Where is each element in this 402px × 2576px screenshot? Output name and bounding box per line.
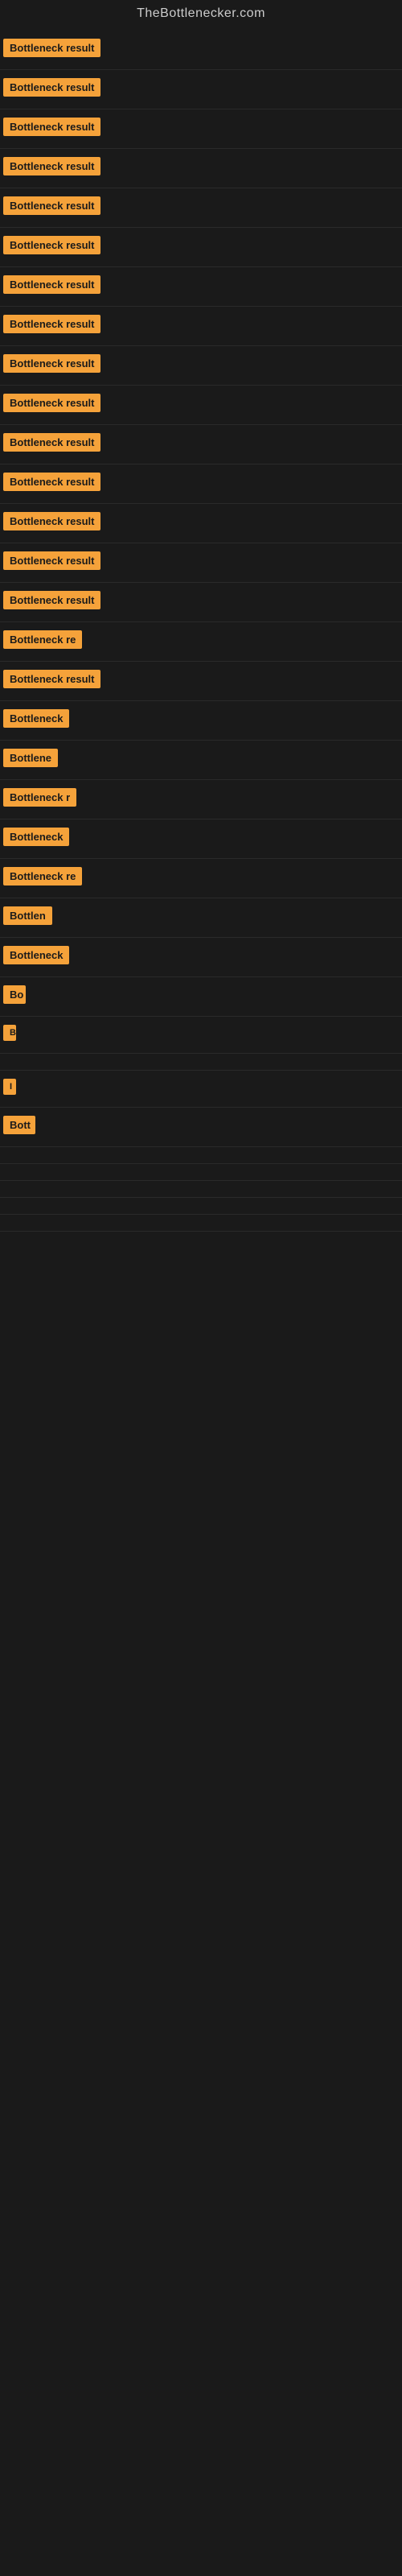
bottleneck-result-label[interactable]: Bottleneck result bbox=[3, 118, 100, 136]
bottleneck-row: Bottleneck re bbox=[0, 622, 402, 662]
bottleneck-result-label[interactable]: Bottleneck result bbox=[3, 670, 100, 688]
bottleneck-result-label[interactable]: B bbox=[3, 1025, 16, 1041]
bottleneck-result-label[interactable]: Bottleneck result bbox=[3, 39, 100, 57]
bottleneck-result-label[interactable]: I bbox=[3, 1079, 16, 1095]
bottleneck-row bbox=[0, 1164, 402, 1181]
bottleneck-result-label[interactable]: Bottleneck result bbox=[3, 196, 100, 215]
bottleneck-row: Bottleneck result bbox=[0, 583, 402, 622]
bottleneck-row: Bottleneck result bbox=[0, 386, 402, 425]
bottleneck-row: Bottleneck result bbox=[0, 346, 402, 386]
bottleneck-result-label[interactable]: Bott bbox=[3, 1116, 35, 1134]
bottleneck-result-label[interactable]: Bottleneck result bbox=[3, 157, 100, 175]
bottleneck-row: Bottlene bbox=[0, 741, 402, 780]
bottleneck-result-label[interactable]: Bottlene bbox=[3, 749, 58, 767]
bottleneck-row: Bottleneck result bbox=[0, 70, 402, 109]
bottleneck-result-label[interactable]: Bottleneck bbox=[3, 709, 69, 728]
bottleneck-row: Bo bbox=[0, 977, 402, 1017]
bottleneck-row: Bottleneck result bbox=[0, 188, 402, 228]
bottleneck-row: Bottleneck bbox=[0, 938, 402, 977]
bottleneck-row bbox=[0, 1054, 402, 1071]
site-title: TheBottlenecker.com bbox=[0, 0, 402, 31]
bottleneck-result-label[interactable]: Bottleneck re bbox=[3, 867, 82, 886]
bottleneck-result-label[interactable]: Bottleneck result bbox=[3, 591, 100, 609]
bottleneck-row bbox=[0, 1215, 402, 1232]
bottleneck-result-label[interactable]: Bottleneck result bbox=[3, 394, 100, 412]
bottleneck-result-label[interactable]: Bottleneck bbox=[3, 828, 69, 846]
bottleneck-result-label[interactable]: Bottlen bbox=[3, 906, 52, 925]
bottleneck-row: B bbox=[0, 1017, 402, 1054]
bottleneck-row: Bottlen bbox=[0, 898, 402, 938]
bottleneck-row: Bottleneck result bbox=[0, 464, 402, 504]
bottleneck-row: Bottleneck result bbox=[0, 425, 402, 464]
bottleneck-result-label[interactable]: Bottleneck result bbox=[3, 78, 100, 97]
bottleneck-result-label[interactable]: Bottleneck re bbox=[3, 630, 82, 649]
bottleneck-result-label[interactable]: Bottleneck r bbox=[3, 788, 76, 807]
bottleneck-result-label[interactable]: Bottleneck result bbox=[3, 315, 100, 333]
bottleneck-row: Bottleneck bbox=[0, 819, 402, 859]
bottleneck-row: Bottleneck re bbox=[0, 859, 402, 898]
bottleneck-row: I bbox=[0, 1071, 402, 1108]
bottleneck-row bbox=[0, 1147, 402, 1164]
bottleneck-result-label[interactable]: Bottleneck result bbox=[3, 275, 100, 294]
bottleneck-row: Bottleneck result bbox=[0, 307, 402, 346]
bottleneck-row bbox=[0, 1198, 402, 1215]
bottleneck-row: Bottleneck result bbox=[0, 31, 402, 70]
bottleneck-result-label[interactable]: Bottleneck result bbox=[3, 551, 100, 570]
bottleneck-row: Bottleneck bbox=[0, 701, 402, 741]
bottleneck-result-label[interactable]: Bo bbox=[3, 985, 26, 1004]
bottleneck-row: Bottleneck result bbox=[0, 109, 402, 149]
bottleneck-row: Bottleneck result bbox=[0, 543, 402, 583]
bottleneck-row: Bott bbox=[0, 1108, 402, 1147]
bottleneck-row: Bottleneck result bbox=[0, 228, 402, 267]
bottleneck-result-label[interactable]: Bottleneck result bbox=[3, 354, 100, 373]
bottleneck-row: Bottleneck result bbox=[0, 267, 402, 307]
bottleneck-row: Bottleneck result bbox=[0, 149, 402, 188]
bottleneck-row: Bottleneck result bbox=[0, 504, 402, 543]
bottleneck-result-label[interactable]: Bottleneck result bbox=[3, 433, 100, 452]
bottleneck-result-label[interactable]: Bottleneck result bbox=[3, 236, 100, 254]
bottleneck-row: Bottleneck result bbox=[0, 662, 402, 701]
bottleneck-result-label[interactable]: Bottleneck result bbox=[3, 473, 100, 491]
bottleneck-result-label[interactable]: Bottleneck bbox=[3, 946, 69, 964]
bottleneck-row: Bottleneck r bbox=[0, 780, 402, 819]
bottleneck-row bbox=[0, 1181, 402, 1198]
bottleneck-result-label[interactable]: Bottleneck result bbox=[3, 512, 100, 530]
